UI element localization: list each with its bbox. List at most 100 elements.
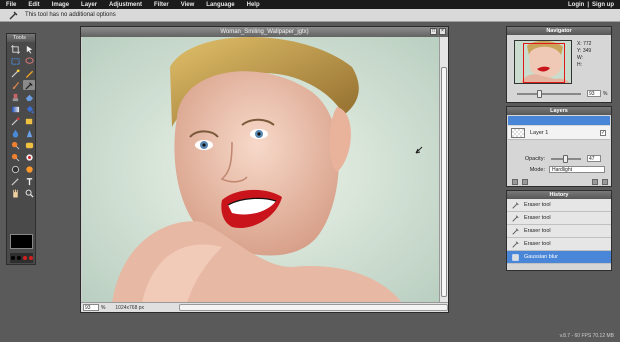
sharpen-tool-icon[interactable] xyxy=(23,128,35,138)
eraser-icon xyxy=(512,214,519,222)
opacity-slider[interactable] xyxy=(551,154,581,163)
smudge-tool-icon[interactable] xyxy=(23,80,35,90)
lasso-tool-icon[interactable] xyxy=(23,56,35,66)
history-item-current[interactable]: Gaussian blur xyxy=(507,251,611,264)
color-replace-icon[interactable] xyxy=(9,116,21,126)
gradient-tool-icon[interactable] xyxy=(9,104,21,114)
eraser-icon xyxy=(512,201,519,209)
new-layer-icon[interactable] xyxy=(592,179,598,185)
history-item[interactable]: Eraser tool xyxy=(507,212,611,225)
sponge-tool-icon[interactable] xyxy=(23,140,35,150)
layer-row-selected[interactable] xyxy=(508,116,610,125)
delete-layer-icon[interactable] xyxy=(602,179,608,185)
login-link[interactable]: Login xyxy=(568,2,584,8)
move-tool-icon[interactable] xyxy=(23,44,35,54)
opacity-label: Opacity: xyxy=(524,155,545,162)
menu-adjustment[interactable]: Adjustment xyxy=(103,2,148,8)
history-item[interactable]: Eraser tool xyxy=(507,238,611,251)
dodge-tool-icon[interactable] xyxy=(9,140,21,150)
swatch-dot-black[interactable] xyxy=(16,256,21,260)
zoom-slider-knob[interactable] xyxy=(537,89,542,98)
spot-heal-icon[interactable] xyxy=(9,164,21,174)
menu-view[interactable]: View xyxy=(175,2,201,8)
tools-panel: Tools xyxy=(6,33,36,265)
history-item[interactable]: Eraser tool xyxy=(507,225,611,238)
image-canvas[interactable] xyxy=(82,37,440,303)
bloat-tool-icon[interactable] xyxy=(23,164,35,174)
h-label: H: xyxy=(577,62,582,68)
opacity-input[interactable]: 47 xyxy=(587,155,601,162)
blur-tool-icon[interactable] xyxy=(9,128,21,138)
document-title: Woman_Smiling_Wallpaper_jgtx) xyxy=(81,27,448,37)
viewport-indicator[interactable] xyxy=(523,43,565,83)
zoom-tool-icon[interactable] xyxy=(23,188,35,198)
menu-layer[interactable]: Layer xyxy=(75,2,103,8)
marquee-tool-icon[interactable] xyxy=(9,56,21,66)
zoom-input[interactable]: 93 xyxy=(83,304,99,311)
navigator-zoom-unit: % xyxy=(603,90,608,97)
opacity-slider-knob[interactable] xyxy=(563,154,568,163)
w-label: W: xyxy=(577,55,584,61)
layer-row[interactable]: Layer 1 ✓ xyxy=(508,126,610,140)
swatch-dot-black[interactable] xyxy=(10,256,15,260)
layer-mask-icon[interactable] xyxy=(522,179,528,185)
menu-file[interactable]: File xyxy=(0,2,22,8)
document-buttons: □ × xyxy=(430,28,446,35)
zoom-slider[interactable] xyxy=(517,89,581,98)
navigator-title: Navigator xyxy=(507,27,611,35)
navigator-thumbnail[interactable] xyxy=(514,40,572,84)
vertical-scroll-thumb[interactable] xyxy=(441,67,447,297)
vertical-scrollbar[interactable] xyxy=(439,37,448,303)
menu-image[interactable]: Image xyxy=(46,2,75,8)
x-label: X: xyxy=(577,41,582,47)
close-icon[interactable]: × xyxy=(439,28,446,35)
layer-visibility-checkbox[interactable]: ✓ xyxy=(600,129,606,136)
document-status-bar: 93 % 1024x768 px xyxy=(81,302,448,312)
eraser-tool-icon[interactable] xyxy=(23,92,35,102)
brush-tool-icon[interactable] xyxy=(9,80,21,90)
hand-tool-icon[interactable] xyxy=(9,188,21,198)
pencil-tool-icon[interactable] xyxy=(23,68,35,78)
x-value: 772 xyxy=(583,41,592,47)
menu-filter[interactable]: Filter xyxy=(148,2,175,8)
eraser-icon xyxy=(512,240,519,248)
layer-name: Layer 1 xyxy=(530,129,549,136)
navigator-panel: Navigator X: 772 Y: 349 W: H: 93 % xyxy=(506,26,612,103)
red-eye-tool-icon[interactable] xyxy=(23,152,35,162)
paint-bucket-icon[interactable] xyxy=(23,104,35,114)
swatch-shortcuts xyxy=(10,253,33,263)
wand-tool-icon[interactable] xyxy=(9,68,21,78)
history-item[interactable]: Eraser tool xyxy=(507,199,611,212)
menu-help[interactable]: Help xyxy=(241,2,266,8)
app-status-text: v.8.7 - 60 FPS 70.12 MB xyxy=(559,333,614,339)
drawing-tool-icon[interactable] xyxy=(23,116,35,126)
navigator-zoom-input[interactable]: 93 xyxy=(587,90,601,97)
horizontal-scrollbar[interactable] xyxy=(179,304,448,311)
history-item-label: Eraser tool xyxy=(524,228,551,234)
burn-tool-icon[interactable] xyxy=(9,152,21,162)
swatch-dot-red[interactable] xyxy=(22,256,27,260)
y-value: 349 xyxy=(582,48,592,54)
mode-label: Mode: xyxy=(529,166,545,173)
menu-edit[interactable]: Edit xyxy=(22,2,45,8)
navigator-info: X: 772 Y: 349 W: H: xyxy=(577,41,611,69)
crop-tool-icon[interactable] xyxy=(9,44,21,54)
swatch-dot-red[interactable] xyxy=(28,256,33,260)
history-item-label: Eraser tool xyxy=(524,241,551,247)
menu-language[interactable]: Language xyxy=(200,2,240,8)
layer-settings-icon[interactable] xyxy=(512,179,518,185)
document-window: Woman_Smiling_Wallpaper_jgtx) □ × 93 % 1… xyxy=(80,26,449,313)
layers-panel: Layers Layer 1 ✓ Opacity: 47 Mode: Hardl… xyxy=(506,106,612,187)
clone-tool-icon[interactable] xyxy=(9,92,21,102)
tool-options-text: This tool has no additional options xyxy=(25,12,116,18)
pinch-tool-icon[interactable] xyxy=(9,176,21,186)
y-label: Y: xyxy=(577,48,582,54)
maximize-icon[interactable]: □ xyxy=(430,28,437,35)
navigator-zoom: 93 % xyxy=(511,89,611,98)
signup-link[interactable]: Sign up xyxy=(592,2,614,8)
account-links: Login | Sign up xyxy=(568,0,614,9)
color-swatch-primary[interactable] xyxy=(10,234,33,249)
blend-mode-select[interactable]: Hardlight xyxy=(549,166,605,173)
layer-actions xyxy=(512,178,608,186)
text-tool-icon[interactable] xyxy=(23,176,35,186)
